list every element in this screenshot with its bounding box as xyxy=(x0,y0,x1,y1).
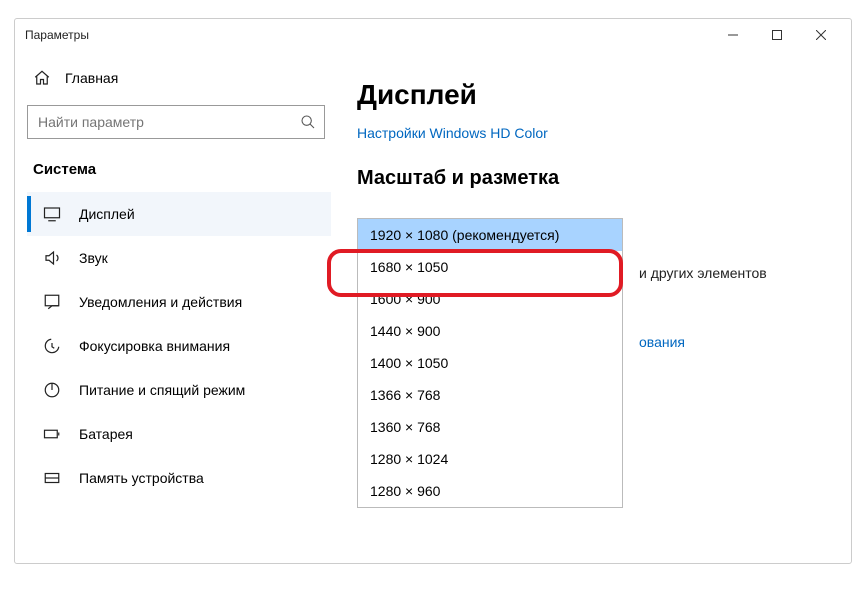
display-icon xyxy=(43,205,61,223)
sidebar-item-battery[interactable]: Батарея xyxy=(27,412,331,456)
minimize-button[interactable] xyxy=(711,19,755,51)
notifications-icon xyxy=(43,293,61,311)
resolution-option[interactable]: 1680 × 1050 xyxy=(358,251,622,283)
sidebar-item-label: Звук xyxy=(79,250,108,266)
home-label: Главная xyxy=(65,70,118,86)
resolution-dropdown[interactable]: 1920 × 1080 (рекомендуется) 1680 × 1050 … xyxy=(357,218,623,508)
window-body: Главная Система Дисплей Звук Уведомления xyxy=(15,51,851,563)
sidebar-item-label: Память устройства xyxy=(79,470,204,486)
maximize-button[interactable] xyxy=(755,19,799,51)
search-input[interactable] xyxy=(28,106,324,138)
sidebar-item-storage[interactable]: Память устройства xyxy=(27,456,331,500)
focus-icon xyxy=(43,337,61,355)
scale-text-fragment: и других элементов xyxy=(639,265,767,281)
battery-icon xyxy=(43,425,61,443)
storage-icon xyxy=(43,469,61,487)
dropdown-list: 1920 × 1080 (рекомендуется) 1680 × 1050 … xyxy=(358,219,622,507)
search-box[interactable] xyxy=(27,105,325,139)
link-fragment[interactable]: ования xyxy=(639,334,685,350)
sound-icon xyxy=(43,249,61,267)
sidebar-item-label: Питание и спящий режим xyxy=(79,382,245,398)
home-icon xyxy=(33,69,51,87)
sidebar-item-label: Батарея xyxy=(79,426,133,442)
resolution-option[interactable]: 1280 × 1024 xyxy=(358,443,622,475)
close-button[interactable] xyxy=(799,19,843,51)
resolution-option[interactable]: 1600 × 900 xyxy=(358,283,622,315)
sidebar-item-focus[interactable]: Фокусировка внимания xyxy=(27,324,331,368)
content-area: Дисплей Настройки Windows HD Color Масшт… xyxy=(331,51,851,563)
sidebar-item-label: Дисплей xyxy=(79,206,135,222)
resolution-option[interactable]: 1280 × 960 xyxy=(358,475,622,507)
resolution-option[interactable]: 1400 × 1050 xyxy=(358,347,622,379)
sidebar-item-power[interactable]: Питание и спящий режим xyxy=(27,368,331,412)
hd-color-link[interactable]: Настройки Windows HD Color xyxy=(357,125,548,141)
window-controls xyxy=(711,19,843,51)
sidebar-item-sound[interactable]: Звук xyxy=(27,236,331,280)
settings-window: Параметры Главная Система Дисплей xyxy=(14,18,852,564)
page-title: Дисплей xyxy=(357,79,851,111)
sidebar-item-notifications[interactable]: Уведомления и действия xyxy=(27,280,331,324)
sidebar-item-label: Уведомления и действия xyxy=(79,294,242,310)
resolution-option[interactable]: 1440 × 900 xyxy=(358,315,622,347)
titlebar: Параметры xyxy=(15,19,851,51)
sidebar: Главная Система Дисплей Звук Уведомления xyxy=(15,51,331,563)
resolution-option[interactable]: 1920 × 1080 (рекомендуется) xyxy=(358,219,622,251)
sidebar-item-display[interactable]: Дисплей xyxy=(27,192,331,236)
home-link[interactable]: Главная xyxy=(27,63,331,105)
resolution-option[interactable]: 1366 × 768 xyxy=(358,379,622,411)
sidebar-item-label: Фокусировка внимания xyxy=(79,338,230,354)
power-icon xyxy=(43,381,61,399)
nav-list: Дисплей Звук Уведомления и действия Фоку… xyxy=(27,192,331,500)
section-title: Масштаб и разметка xyxy=(357,167,851,190)
group-label: Система xyxy=(27,161,331,192)
window-title: Параметры xyxy=(23,28,711,42)
search-icon xyxy=(300,114,316,130)
resolution-option[interactable]: 1360 × 768 xyxy=(358,411,622,443)
